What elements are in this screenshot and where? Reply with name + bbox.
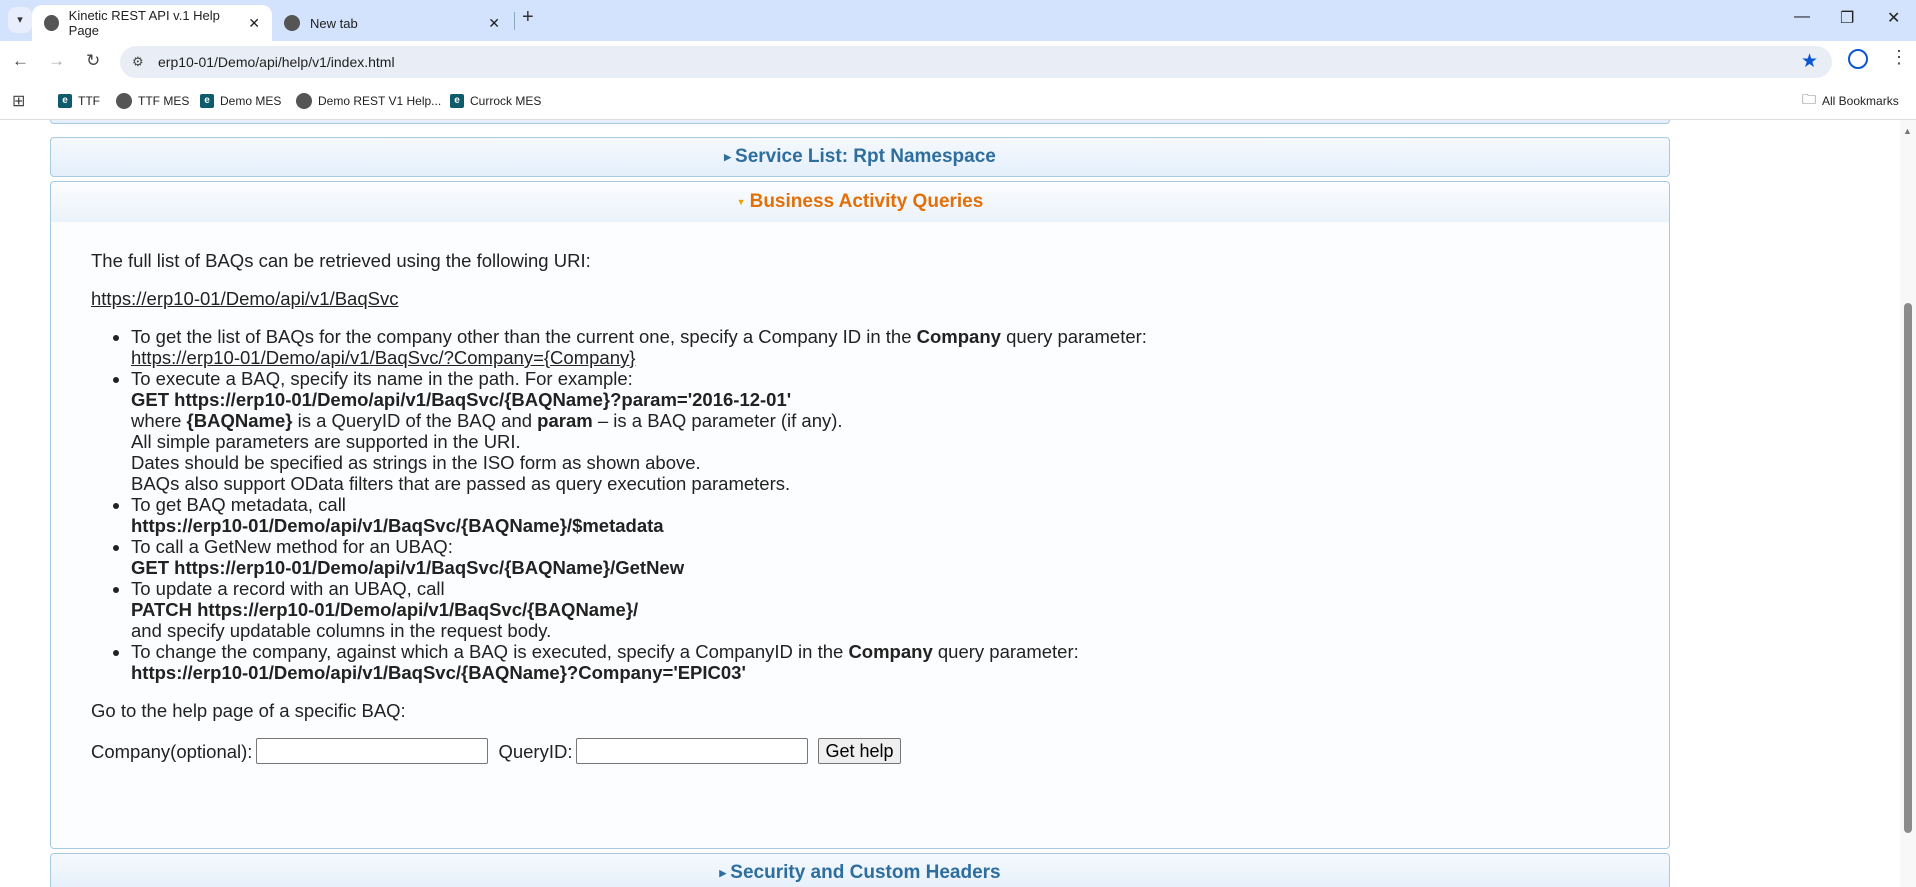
url-text: erp10-01/Demo/api/help/v1/index.html — [158, 54, 395, 70]
tab-help-page[interactable]: Kinetic REST API v.1 Help Page ✕ — [32, 5, 272, 41]
intro-text: The full list of BAQs can be retrieved u… — [91, 250, 591, 271]
caret-down-icon: ▼ — [736, 197, 746, 207]
section-title: Security and Custom Headers — [730, 862, 1001, 884]
caret-right-icon: ▶ — [719, 868, 727, 878]
baq-section-body: The full list of BAQs can be retrieved u… — [50, 222, 1670, 849]
globe-icon — [116, 92, 132, 109]
bookmark-label: All Bookmarks — [1822, 93, 1899, 108]
section-header-baq[interactable]: ▼ Business Activity Queries — [50, 181, 1670, 223]
globe-icon — [296, 92, 312, 109]
caret-right-icon: ▶ — [724, 152, 732, 162]
scrollbar-thumb[interactable] — [1904, 303, 1912, 833]
baq-instructions-list: To get the list of BAQs for the company … — [131, 326, 1629, 683]
baq-help-form: Company(optional): QueryID: Get help — [91, 738, 1629, 764]
bookmark-label: TTF MES — [138, 93, 190, 108]
new-tab-button[interactable]: + — [522, 6, 534, 29]
address-toolbar: ← → ↻ ⚙ erp10-01/Demo/api/help/v1/index.h… — [0, 41, 1916, 82]
folder-icon: 🗀 — [1802, 90, 1816, 107]
close-tab-icon[interactable]: ✕ — [488, 15, 500, 32]
section-header-previous[interactable] — [50, 120, 1670, 124]
reload-button[interactable]: ↻ — [86, 51, 100, 71]
minimize-icon[interactable]: — — [1794, 8, 1810, 26]
bookmarks-bar: ⊞ e TTF TTF MES e Demo MES Demo REST V1 He… — [0, 82, 1916, 120]
list-item: To update a record with an UBAQ, callPAT… — [131, 578, 1629, 641]
back-button[interactable]: ← — [12, 51, 29, 71]
bookmark-label: TTF — [78, 93, 100, 108]
tab-new-tab[interactable]: New tab ✕ — [272, 5, 512, 41]
goto-help-text: Go to the help page of a specific BAQ: — [91, 700, 406, 721]
list-item: To call a GetNew method for an UBAQ:GET … — [131, 536, 1629, 578]
chrome-icon — [284, 15, 300, 31]
list-item: To change the company, against which a B… — [131, 641, 1629, 683]
bookmark-demo-rest[interactable]: Demo REST V1 Help... — [296, 92, 442, 109]
tab-search-button[interactable]: ▾ — [8, 7, 32, 33]
bookmark-label: Currock MES — [470, 93, 542, 108]
e-icon: e — [450, 93, 464, 108]
section-title: Service List: Rpt Namespace — [735, 146, 996, 168]
baq-uri-link[interactable]: https://erp10-01/Demo/api/v1/BaqSvc — [91, 288, 398, 309]
tab-title: Kinetic REST API v.1 Help Page — [68, 8, 220, 38]
section-header-rpt[interactable]: ▶ Service List: Rpt Namespace — [50, 137, 1670, 177]
section-title: Business Activity Queries — [749, 191, 984, 213]
company-input[interactable] — [256, 738, 489, 764]
e-icon: e — [200, 93, 214, 108]
bookmark-demo-mes[interactable]: e Demo MES — [200, 93, 282, 108]
divider — [514, 12, 515, 30]
e-icon: e — [58, 93, 72, 108]
company-uri-link[interactable]: https://erp10-01/Demo/api/v1/BaqSvc/?Com… — [131, 347, 635, 368]
company-label: Company(optional): — [91, 740, 253, 762]
vertical-scrollbar[interactable]: ▲ — [1900, 120, 1916, 887]
menu-icon[interactable]: ⋮ — [1890, 47, 1908, 68]
close-tab-icon[interactable]: ✕ — [248, 15, 260, 32]
section-header-security[interactable]: ▶ Security and Custom Headers — [50, 853, 1670, 887]
all-bookmarks[interactable]: 🗀 All Bookmarks — [1802, 89, 1899, 113]
bookmark-label: Demo MES — [220, 93, 282, 108]
close-window-icon[interactable]: ✕ — [1887, 8, 1900, 28]
profile-icon[interactable] — [1848, 49, 1868, 69]
forward-button[interactable]: → — [48, 51, 65, 71]
bookmark-ttf-mes[interactable]: TTF MES — [116, 92, 190, 109]
bookmark-star-icon[interactable]: ★ — [1801, 50, 1818, 73]
list-item: To get the list of BAQs for the company … — [131, 326, 1629, 368]
queryid-input[interactable] — [576, 738, 809, 764]
globe-icon — [44, 15, 59, 31]
list-item: To execute a BAQ, specify its name in th… — [131, 368, 1629, 494]
scroll-up-icon[interactable]: ▲ — [1903, 126, 1912, 136]
apps-icon[interactable]: ⊞ — [12, 91, 25, 111]
queryid-label: QueryID: — [498, 740, 573, 762]
tab-bar: ▾ Kinetic REST API v.1 Help Page ✕ New ta… — [0, 0, 1916, 41]
address-bar[interactable]: ⚙ erp10-01/Demo/api/help/v1/index.html ★ — [120, 46, 1832, 78]
bookmark-currock-mes[interactable]: e Currock MES — [450, 93, 542, 108]
site-settings-icon[interactable]: ⚙ — [132, 54, 144, 70]
page-content: ▶ Service List: Rpt Namespace ▼ Business A… — [0, 120, 1900, 887]
list-item: To get BAQ metadata, callhttps://erp10-0… — [131, 494, 1629, 536]
get-help-button[interactable]: Get help — [818, 738, 901, 764]
bookmark-label: Demo REST V1 Help... — [318, 93, 442, 108]
restore-icon[interactable]: ❐ — [1840, 8, 1854, 28]
bookmark-ttf[interactable]: e TTF — [58, 93, 100, 108]
tab-title: New tab — [310, 15, 358, 31]
